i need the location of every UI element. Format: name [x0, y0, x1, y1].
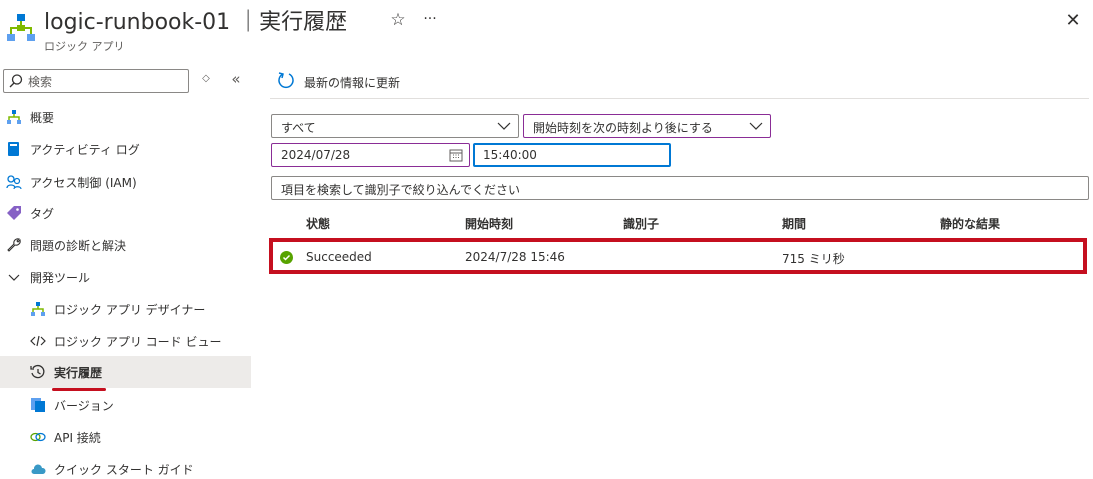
activity-log-icon [8, 142, 19, 156]
sidebar-group-dev-tools[interactable]: 開発ツール [0, 261, 251, 293]
time-filter-dropdown[interactable]: 開始時刻を次の時刻より後にする [523, 114, 771, 138]
sidebar-item-label: 実行履歴 [54, 366, 103, 380]
sidebar-item-overview[interactable]: 概要 [0, 101, 251, 133]
logic-app-icon [7, 110, 21, 124]
cloud-icon [31, 464, 46, 474]
column-header-static-result[interactable]: 静的な結果 [940, 215, 1000, 232]
column-header-status[interactable]: 状態 [306, 215, 330, 232]
sidebar-item-label: 開発ツール [30, 271, 91, 285]
sidebar-item-iam[interactable]: アクセス制御 (IAM) [0, 166, 251, 198]
sidebar-item-tags[interactable]: タグ [0, 197, 251, 229]
logic-app-icon [7, 14, 35, 41]
more-options-icon[interactable]: ··· [420, 9, 440, 29]
identifier-search-input[interactable]: 項目を検索して識別子で絞り込んでください [271, 176, 1089, 200]
calendar-icon[interactable] [449, 148, 463, 162]
column-header-identifier[interactable]: 識別子 [623, 215, 659, 232]
sidebar-item-quickstart[interactable]: クイック スタート ガイド [0, 453, 251, 479]
identifier-search-placeholder: 項目を検索して識別子で絞り込んでください [281, 183, 521, 197]
chevron-down-icon [749, 122, 763, 130]
column-header-duration[interactable]: 期間 [782, 215, 806, 232]
sidebar-item-label: API 接続 [54, 431, 101, 445]
column-header-start-time[interactable]: 開始時刻 [465, 215, 513, 232]
page-subtitle: ロジック アプリ [44, 40, 125, 53]
time-filter-value: 開始時刻を次の時刻より後にする [533, 121, 713, 135]
sidebar-item-label: ロジック アプリ コード ビュー [54, 335, 222, 349]
collapse-sidebar-icon[interactable]: « [228, 70, 244, 88]
search-icon [9, 74, 23, 88]
refresh-icon [278, 72, 294, 89]
sidebar-item-label: 概要 [30, 111, 55, 125]
designer-icon [31, 302, 45, 316]
sidebar-item-label: バージョン [54, 399, 114, 413]
row-start-time: 2024/7/28 15:46 [465, 250, 565, 264]
chevron-down-icon [8, 274, 20, 281]
success-check-icon [280, 251, 293, 264]
wrench-icon [7, 238, 21, 252]
chevron-down-icon [497, 122, 511, 130]
sidebar-item-label: アクティビティ ログ [30, 143, 140, 157]
sidebar-item-run-history[interactable]: 実行履歴 [0, 356, 251, 388]
sidebar-item-label: 問題の診断と解決 [30, 239, 127, 253]
sidebar-item-versions[interactable]: バージョン [0, 389, 251, 421]
row-duration: 715 ミリ秒 [782, 252, 845, 266]
start-date-value: 2024/07/28 [281, 148, 351, 162]
sidebar-item-designer[interactable]: ロジック アプリ デザイナー [0, 293, 251, 325]
sidebar-item-label: ロジック アプリ デザイナー [54, 303, 206, 317]
start-time-value: 15:40:00 [483, 148, 537, 162]
refresh-label: 最新の情報に更新 [304, 76, 401, 90]
versions-icon [31, 398, 45, 412]
start-time-input[interactable]: 15:40:00 [473, 143, 671, 167]
status-dropdown-value: すべて [281, 121, 316, 135]
api-connection-icon [30, 432, 46, 442]
sidebar-item-label: タグ [30, 207, 55, 221]
iam-people-icon [6, 175, 22, 190]
sidebar-search-placeholder: 検索 [28, 75, 53, 89]
sidebar-item-label: アクセス制御 (IAM) [30, 176, 137, 190]
sidebar-item-code-view[interactable]: ロジック アプリ コード ビュー [0, 325, 251, 357]
favorite-star-icon[interactable]: ☆ [388, 10, 408, 30]
code-icon [30, 335, 46, 347]
sidebar-item-activity-log[interactable]: アクティビティ ログ [0, 133, 251, 165]
toolbar-divider [270, 98, 1089, 99]
history-icon [30, 364, 45, 379]
sidebar-item-label: クイック スタート ガイド [54, 463, 194, 477]
start-date-input[interactable]: 2024/07/28 [271, 143, 470, 167]
tag-icon [7, 206, 21, 220]
sidebar-search-input[interactable]: 検索 [3, 69, 189, 93]
page-title: logic-runbook-01 ｜実行履歴 [44, 10, 348, 35]
sidebar-item-api-connections[interactable]: API 接続 [0, 421, 251, 453]
table-row[interactable] [269, 238, 1087, 274]
row-status: Succeeded [306, 250, 372, 264]
expand-collapse-all-icon[interactable]: ◇ [199, 73, 213, 89]
sidebar-item-diagnose[interactable]: 問題の診断と解決 [0, 229, 251, 261]
close-icon[interactable]: ✕ [1063, 11, 1083, 31]
status-dropdown[interactable]: すべて [271, 114, 519, 138]
